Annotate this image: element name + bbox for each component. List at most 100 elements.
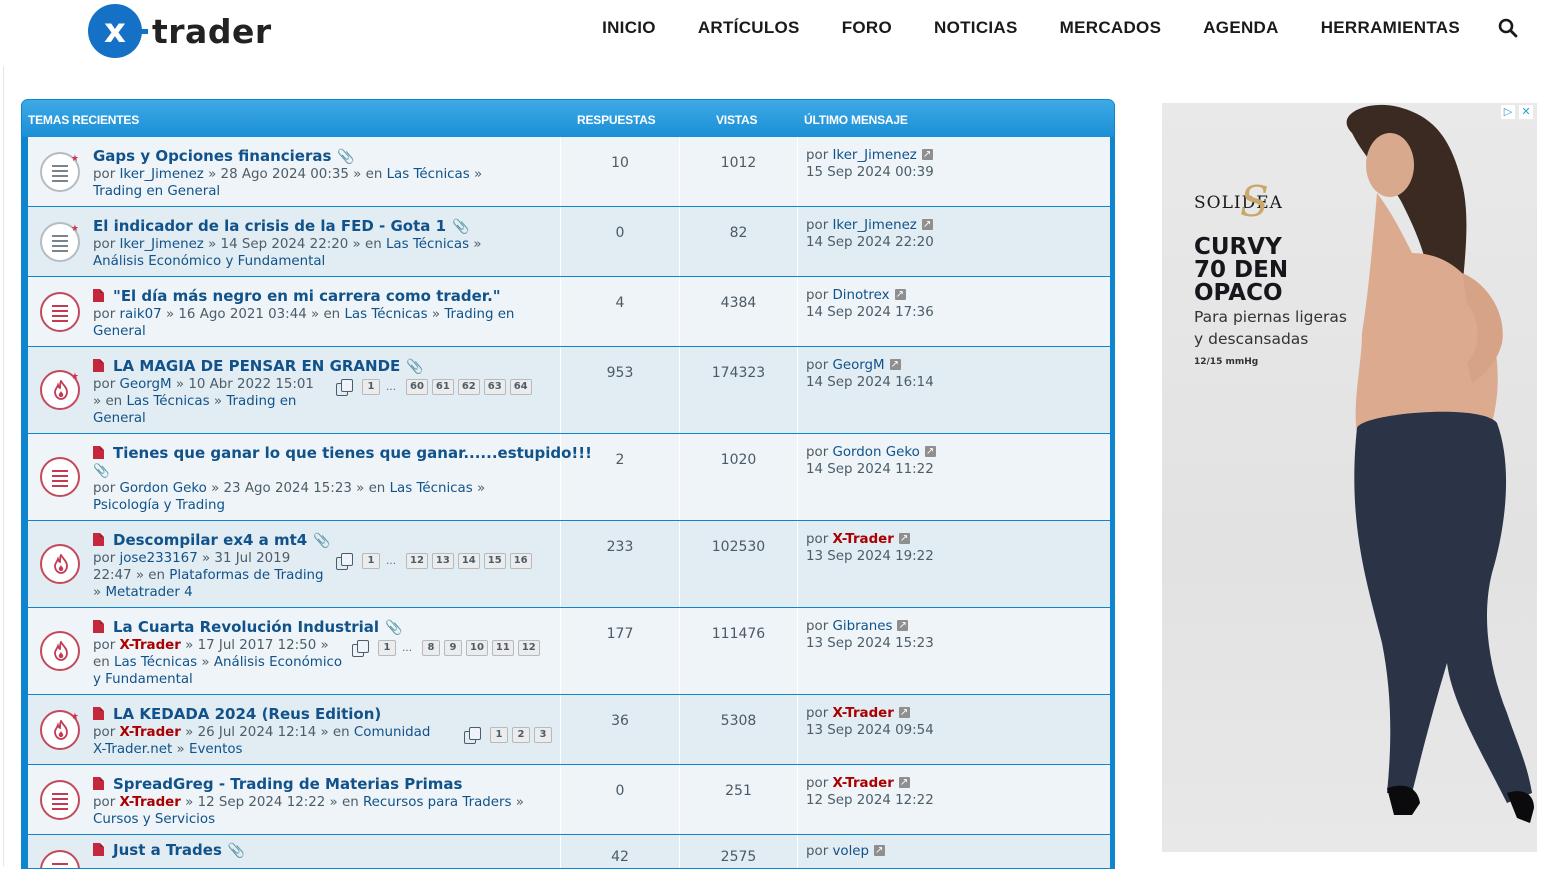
new-post-icon[interactable] bbox=[93, 533, 104, 546]
subforum-link[interactable]: Análisis Económico bbox=[214, 655, 342, 670]
new-post-icon[interactable] bbox=[93, 777, 104, 790]
search-icon[interactable] bbox=[1498, 18, 1518, 38]
topic-title[interactable]: Tienes que ganar lo que tienes que ganar… bbox=[113, 444, 592, 462]
last-post-author[interactable]: Iker_Jimenez bbox=[832, 148, 916, 163]
forum-link[interactable]: Las Técnicas bbox=[114, 655, 197, 670]
forum-link[interactable]: Las Técnicas bbox=[126, 394, 209, 409]
subforum-link-cont[interactable]: General bbox=[93, 324, 146, 339]
topic-author[interactable]: raik07 bbox=[119, 307, 161, 322]
topic-title[interactable]: "El día más negro en mi carrera como tra… bbox=[113, 287, 501, 305]
page-link[interactable]: 14 bbox=[457, 553, 480, 569]
subforum-link-cont[interactable]: y Fundamental bbox=[93, 672, 193, 687]
page-link[interactable]: 1 bbox=[378, 640, 396, 656]
header-replies[interactable]: RESPUESTAS bbox=[577, 113, 656, 127]
topic-title[interactable]: LA MAGIA DE PENSAR EN GRANDE bbox=[113, 357, 400, 375]
page-link[interactable]: 62 bbox=[457, 379, 480, 395]
subforum-link[interactable]: Trading en bbox=[444, 307, 514, 322]
page-link[interactable]: 1 bbox=[362, 379, 380, 395]
new-post-icon[interactable] bbox=[93, 289, 104, 302]
page-link[interactable]: 64 bbox=[509, 379, 532, 395]
page-link[interactable]: 61 bbox=[431, 379, 454, 395]
nav-agenda[interactable]: AGENDA bbox=[1203, 18, 1278, 38]
page-link[interactable]: 1 bbox=[362, 553, 380, 569]
page-link[interactable]: 63 bbox=[483, 379, 506, 395]
header-last-post[interactable]: ÚLTIMO MENSAJE bbox=[804, 113, 908, 127]
last-post-author[interactable]: volep bbox=[832, 844, 869, 859]
topic-title[interactable]: Gaps y Opciones financieras bbox=[93, 147, 331, 165]
goto-last-post-icon[interactable] bbox=[889, 356, 901, 373]
nav-herramientas[interactable]: HERRAMIENTAS bbox=[1321, 18, 1460, 38]
last-post-author[interactable]: Iker_Jimenez bbox=[832, 218, 916, 233]
topic-title[interactable]: El indicador de la crisis de la FED - Go… bbox=[93, 217, 446, 235]
page-link[interactable]: 15 bbox=[483, 553, 506, 569]
advertisement-banner[interactable]: ▷ ✕ S SOLIDEA CURVY 70 DEN OPACO Para pie… bbox=[1162, 103, 1537, 852]
topic-author[interactable]: X-Trader bbox=[119, 725, 180, 740]
topic-title[interactable]: LA KEDADA 2024 (Reus Edition) bbox=[113, 705, 381, 723]
forum-link[interactable]: Plataformas de Trading bbox=[169, 568, 323, 583]
page-link[interactable]: 12 bbox=[517, 640, 540, 656]
new-post-icon[interactable] bbox=[93, 446, 104, 459]
last-post-author[interactable]: X-Trader bbox=[832, 706, 893, 721]
subforum-link[interactable]: Trading en bbox=[226, 394, 296, 409]
new-post-icon[interactable] bbox=[93, 843, 104, 856]
goto-last-post-icon[interactable] bbox=[874, 842, 886, 859]
subforum-link[interactable]: Psicología y Trading bbox=[93, 498, 225, 513]
page-link[interactable]: 2 bbox=[512, 727, 530, 743]
topic-author[interactable]: Iker_Jimenez bbox=[119, 237, 203, 252]
subforum-link[interactable]: Cursos y Servicios bbox=[93, 812, 215, 827]
forum-link[interactable]: Las Técnicas bbox=[390, 481, 473, 496]
page-link[interactable]: 3 bbox=[534, 727, 552, 743]
subforum-link-cont[interactable]: Eventos bbox=[189, 742, 243, 757]
nav-mercados[interactable]: MERCADOS bbox=[1060, 18, 1162, 38]
topic-title[interactable]: Descompilar ex4 a mt4 bbox=[113, 531, 307, 549]
goto-last-post-icon[interactable] bbox=[898, 704, 910, 721]
new-post-icon[interactable] bbox=[93, 707, 104, 720]
last-post-author[interactable]: Dinotrex bbox=[832, 288, 889, 303]
topic-title[interactable]: Just a Trades bbox=[113, 841, 222, 859]
last-post-author[interactable]: X-Trader bbox=[832, 532, 893, 547]
subforum-link[interactable]: Análisis Económico y Fundamental bbox=[93, 254, 325, 269]
forum-link[interactable]: Comunidad bbox=[354, 725, 431, 740]
page-link[interactable]: 9 bbox=[444, 640, 462, 656]
last-post-author[interactable]: Gibranes bbox=[832, 619, 892, 634]
forum-link[interactable]: Las Técnicas bbox=[344, 307, 427, 322]
new-post-icon[interactable] bbox=[93, 620, 104, 633]
goto-last-post-icon[interactable] bbox=[921, 146, 933, 163]
topic-author[interactable]: GeorgM bbox=[119, 377, 171, 392]
nav-inicio[interactable]: INICIO bbox=[602, 18, 656, 38]
site-logo[interactable]: x trader bbox=[88, 3, 272, 59]
goto-last-post-icon[interactable] bbox=[898, 774, 910, 791]
subforum-link-cont[interactable]: General bbox=[93, 411, 146, 426]
forum-link[interactable]: Las Técnicas bbox=[386, 237, 469, 252]
subforum-link[interactable]: Metatrader 4 bbox=[105, 585, 192, 600]
topic-author[interactable]: Gordon Geko bbox=[119, 481, 206, 496]
subforum-link[interactable]: X-Trader.net bbox=[93, 742, 172, 757]
topic-title[interactable]: La Cuarta Revolución Industrial bbox=[113, 618, 379, 636]
header-views[interactable]: VISTAS bbox=[716, 113, 757, 127]
topic-author[interactable]: Iker_Jimenez bbox=[119, 167, 203, 182]
page-link[interactable]: 12 bbox=[406, 553, 428, 569]
header-topics[interactable]: TEMAS RECIENTES bbox=[28, 113, 139, 127]
nav-articulos[interactable]: ARTÍCULOS bbox=[698, 18, 800, 38]
page-link[interactable]: 13 bbox=[431, 553, 454, 569]
page-link[interactable]: 60 bbox=[406, 379, 428, 395]
goto-last-post-icon[interactable] bbox=[924, 443, 936, 460]
forum-link[interactable]: Las Técnicas bbox=[387, 167, 470, 182]
new-post-icon[interactable] bbox=[93, 359, 104, 372]
page-link[interactable]: 1 bbox=[490, 727, 508, 743]
goto-last-post-icon[interactable] bbox=[898, 530, 910, 547]
goto-last-post-icon[interactable] bbox=[894, 286, 906, 303]
page-link[interactable]: 10 bbox=[466, 640, 488, 656]
goto-last-post-icon[interactable] bbox=[897, 617, 909, 634]
nav-foro[interactable]: FORO bbox=[842, 18, 892, 38]
topic-author[interactable]: X-Trader bbox=[119, 795, 180, 810]
last-post-author[interactable]: GeorgM bbox=[832, 358, 884, 373]
page-link[interactable]: 8 bbox=[422, 640, 440, 656]
subforum-link[interactable]: Trading en General bbox=[93, 184, 220, 199]
goto-last-post-icon[interactable] bbox=[921, 216, 933, 233]
topic-title[interactable]: SpreadGreg - Trading de Materias Primas bbox=[113, 775, 462, 793]
forum-link[interactable]: Recursos para Traders bbox=[363, 795, 512, 810]
last-post-author[interactable]: X-Trader bbox=[832, 776, 893, 791]
page-link[interactable]: 11 bbox=[491, 640, 514, 656]
nav-noticias[interactable]: NOTICIAS bbox=[934, 18, 1018, 38]
